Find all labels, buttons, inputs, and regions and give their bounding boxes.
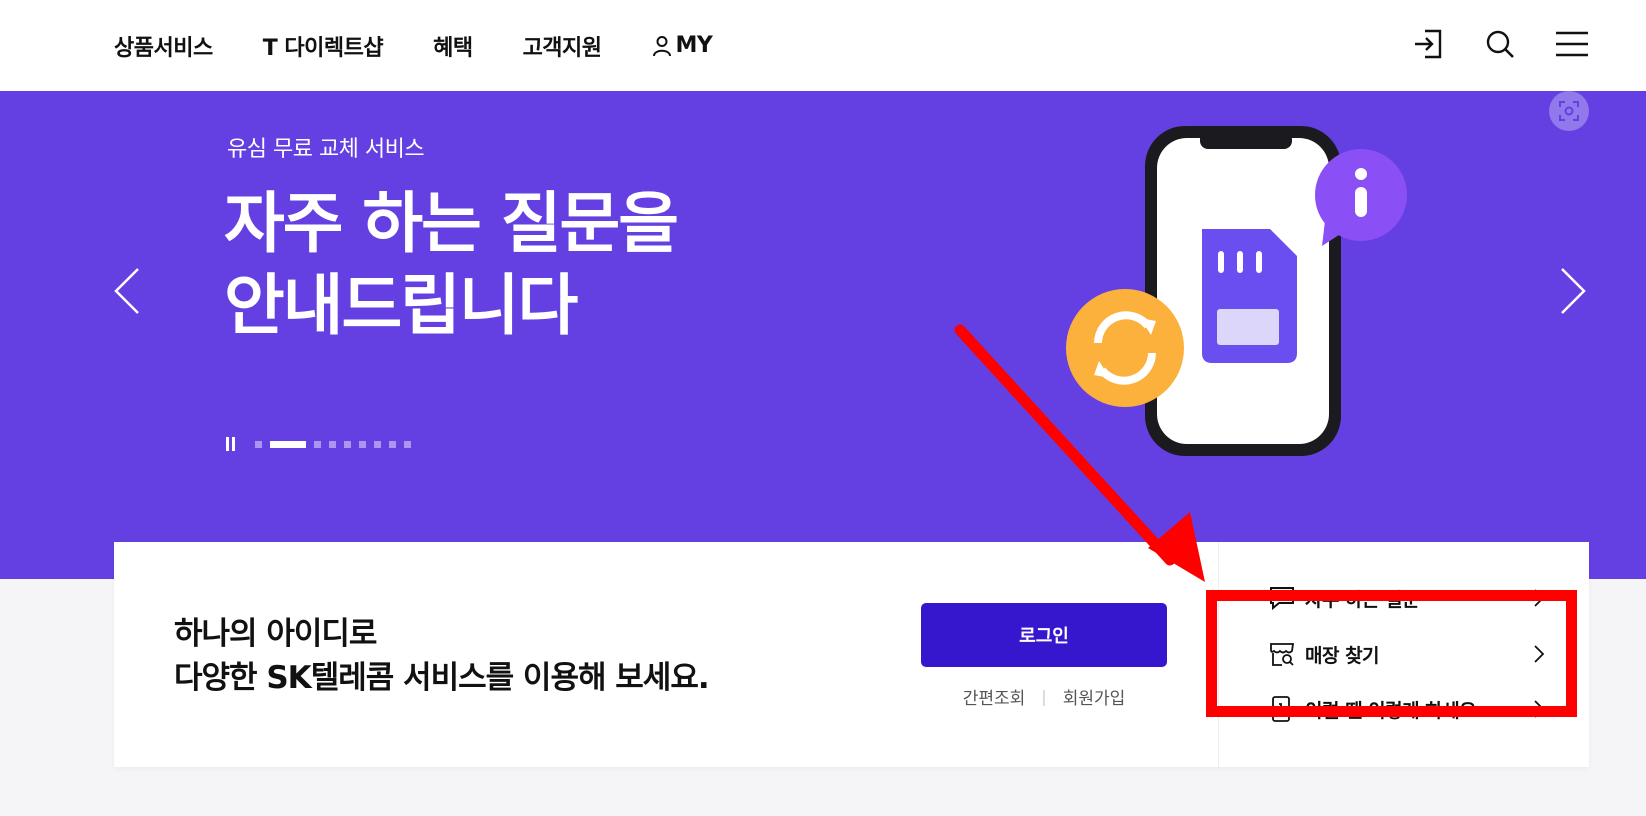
search-icon[interactable] <box>1482 26 1518 62</box>
nav-benefits[interactable]: 혜택 <box>433 30 473 62</box>
nav-label: T 다이렉트샵 <box>262 35 384 61</box>
quick-link-label: 매장 찾기 <box>1305 644 1380 667</box>
login-message-line: 하나의 아이디로 <box>174 616 377 652</box>
pager-dot[interactable] <box>374 440 381 448</box>
login-section: 하나의 아이디로 다양한 SK텔레콤 서비스를 이용해 보세요. 로그인 간편조… <box>114 542 1218 767</box>
login-message: 하나의 아이디로 다양한 SK텔레콤 서비스를 이용해 보세요. <box>174 612 710 700</box>
hero-title: 자주 하는 질문을 안내드립니다 <box>224 183 679 347</box>
chat-icon <box>1269 585 1295 611</box>
slide-pager <box>226 437 411 451</box>
hero-title-line: 안내드립니다 <box>224 267 578 344</box>
login-sub-links: 간편조회 | 회원가입 <box>921 684 1167 709</box>
quick-lookup-link[interactable]: 간편조회 <box>963 684 1026 709</box>
quick-links: 자주 하는 질문 매장 찾기 이럴 땐 이렇게 하세요 <box>1219 542 1589 767</box>
login-button[interactable]: 로그인 <box>921 603 1167 667</box>
nav-label: 혜택 <box>433 35 473 61</box>
menu-icon[interactable] <box>1554 26 1590 62</box>
link-separator: | <box>1041 687 1047 706</box>
header-actions <box>1410 26 1590 62</box>
hero-banner: 유심 무료 교체 서비스 자주 하는 질문을 안내드립니다 <box>0 91 1646 579</box>
nav-label: 고객지원 <box>522 35 602 61</box>
chevron-right-icon <box>1534 645 1544 663</box>
person-icon <box>652 35 672 57</box>
nav-label: 상품서비스 <box>114 35 213 61</box>
phone-guide-icon <box>1269 696 1295 722</box>
nav-t-direct-shop[interactable]: T 다이렉트샵 <box>262 30 384 62</box>
quick-link-troubleshooting[interactable]: 이럴 땐 이렇게 하세요 <box>1269 689 1544 729</box>
pager-dot[interactable] <box>329 440 336 448</box>
header: 상품서비스 T 다이렉트샵 혜택 고객지원 MY <box>0 0 1646 91</box>
quick-link-faq[interactable]: 자주 하는 질문 <box>1269 578 1544 618</box>
scan-icon[interactable] <box>1549 91 1589 131</box>
nav-products-services[interactable]: 상품서비스 <box>114 30 213 62</box>
chevron-right-icon <box>1561 268 1586 314</box>
hero-title-line: 자주 하는 질문을 <box>224 185 679 262</box>
chevron-right-icon <box>1534 589 1544 607</box>
nav-customer-support[interactable]: 고객지원 <box>523 30 602 62</box>
sim-phone-illustration <box>1066 126 1407 456</box>
pager-dot[interactable] <box>344 440 351 448</box>
nav-my[interactable]: MY <box>652 33 713 58</box>
login-card: 하나의 아이디로 다양한 SK텔레콤 서비스를 이용해 보세요. 로그인 간편조… <box>114 542 1589 767</box>
login-icon[interactable] <box>1410 26 1446 62</box>
pager-dot[interactable] <box>255 440 262 448</box>
nav-label: MY <box>675 33 713 58</box>
hero-subtitle: 유심 무료 교체 서비스 <box>227 137 425 162</box>
sign-up-link[interactable]: 회원가입 <box>1063 684 1126 709</box>
chevron-left-icon <box>114 268 139 314</box>
prev-slide-button[interactable] <box>112 266 142 320</box>
pager-dots <box>255 440 411 448</box>
chevron-right-icon <box>1534 700 1544 718</box>
quick-link-label: 자주 하는 질문 <box>1305 588 1420 611</box>
pager-dot[interactable] <box>404 440 411 448</box>
pause-icon[interactable] <box>226 437 235 451</box>
next-slide-button[interactable] <box>1558 266 1588 320</box>
pager-dot[interactable] <box>270 440 306 448</box>
pager-dot[interactable] <box>314 440 321 448</box>
pager-dot[interactable] <box>359 440 366 448</box>
store-search-icon <box>1269 641 1295 667</box>
main-nav: 상품서비스 T 다이렉트샵 혜택 고객지원 MY <box>114 0 713 91</box>
login-message-line: 다양한 SK텔레콤 서비스를 이용해 보세요. <box>174 660 710 696</box>
pager-dot[interactable] <box>389 440 396 448</box>
quick-link-store-finder[interactable]: 매장 찾기 <box>1269 634 1544 674</box>
quick-link-label: 이럴 땐 이렇게 하세요 <box>1305 699 1477 722</box>
